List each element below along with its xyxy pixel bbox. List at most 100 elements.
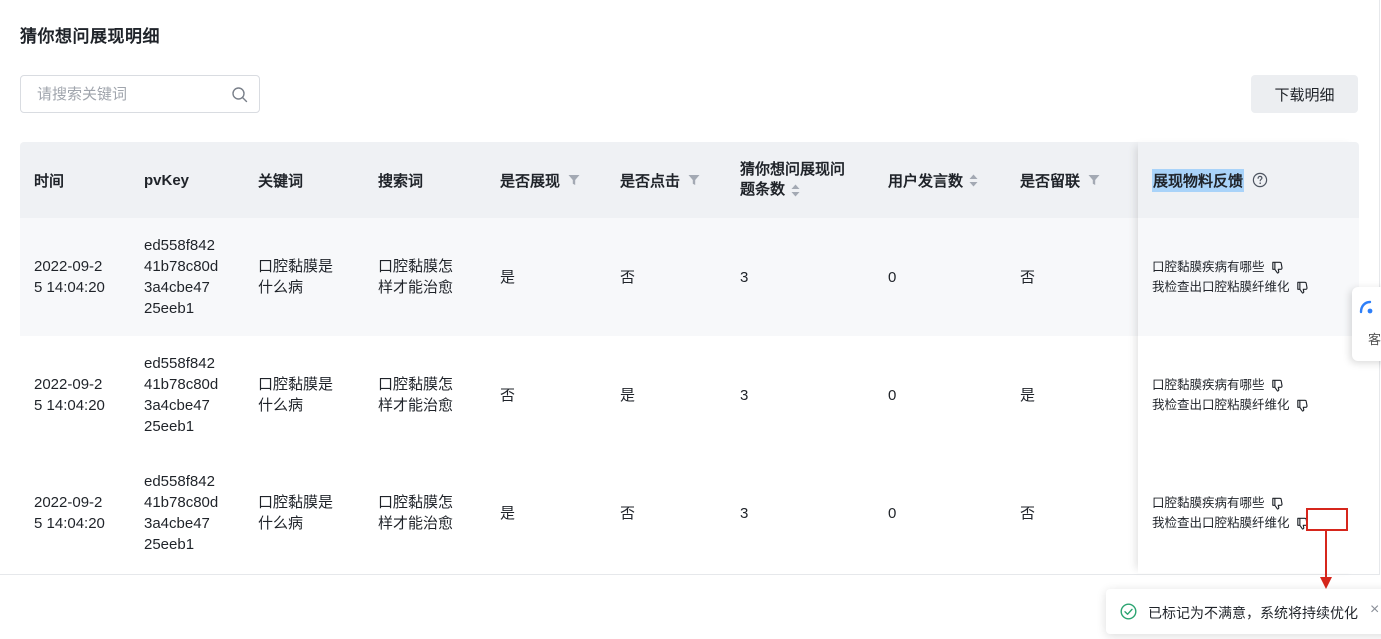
- download-details-button[interactable]: 下载明细: [1251, 75, 1358, 113]
- col-header-search-term-label: 搜索词: [378, 172, 424, 190]
- col-header-feedback: 展现物料反馈: [1152, 142, 1268, 218]
- feedback-item-text: 口腔黏膜疾病有哪些: [1152, 378, 1265, 392]
- feedback-item-text: 口腔黏膜疾病有哪些: [1152, 260, 1265, 274]
- filter-icon[interactable]: [1088, 174, 1100, 186]
- cell-question-count-text: 3: [740, 268, 749, 286]
- cell-pvkey: ed558f842 41b78c80d 3a4cbe47 25eeb1: [144, 336, 218, 454]
- sort-icon[interactable]: [791, 184, 800, 197]
- cell-shown-text: 否: [500, 386, 516, 404]
- detail-table: 时间 pvKey 关键词 搜索词 是否展现 是否点击 猜你想问展现问 题条数 用…: [20, 142, 1359, 573]
- cell-clicked: 否: [620, 454, 635, 572]
- col-header-search-term: 搜索词: [378, 142, 423, 218]
- cell-feedback: 口腔黏膜疾病有哪些 我检查出口腔粘膜纤维化: [1152, 336, 1310, 454]
- cell-shown: 是: [500, 454, 515, 572]
- cell-question-count-text: 3: [740, 386, 749, 404]
- col-header-clicked-label: 是否点击: [620, 172, 681, 190]
- col-header-user-msgs-label: 用户发言数: [888, 172, 964, 190]
- cell-search-term-text: 口腔黏膜怎 样才能治愈: [378, 376, 454, 414]
- thumbs-down-icon[interactable]: [1295, 280, 1310, 295]
- thumbs-down-icon[interactable]: [1295, 398, 1310, 413]
- cell-pvkey-text: ed558f842 41b78c80d 3a4cbe47 25eeb1: [144, 473, 219, 553]
- feedback-item: 口腔黏膜疾病有哪些: [1152, 375, 1310, 395]
- cell-question-count: 3: [740, 336, 748, 454]
- annotation-highlight-box: [1306, 508, 1348, 531]
- col-header-question-count: 猜你想问展现问 题条数: [740, 142, 845, 218]
- cell-keyword: 口腔黏膜是 什么病: [258, 454, 333, 572]
- cell-clicked-text: 是: [620, 386, 636, 404]
- table-row: 2022-09-2 5 14:04:20 ed558f842 41b78c80d…: [20, 454, 1359, 572]
- cell-question-count: 3: [740, 454, 748, 572]
- cell-feedback: 口腔黏膜疾病有哪些 我检查出口腔粘膜纤维化: [1152, 218, 1310, 336]
- cell-shown-text: 是: [500, 268, 516, 286]
- search-icon[interactable]: [231, 86, 249, 104]
- cell-user-msgs-text: 0: [888, 386, 897, 404]
- cell-clicked: 是: [620, 336, 635, 454]
- search-input[interactable]: [37, 84, 227, 104]
- cell-contact: 否: [1020, 454, 1035, 572]
- cell-clicked-text: 否: [620, 504, 636, 522]
- check-circle-icon: [1120, 603, 1137, 620]
- feedback-item: 口腔黏膜疾病有哪些: [1152, 257, 1310, 277]
- feedback-item-text: 我检查出口腔粘膜纤维化: [1152, 516, 1290, 530]
- success-toast: 已标记为不满意，系统将持续优化 ×: [1106, 589, 1381, 634]
- cell-pvkey: ed558f842 41b78c80d 3a4cbe47 25eeb1: [144, 454, 218, 572]
- cell-search-term-text: 口腔黏膜怎 样才能治愈: [378, 494, 454, 532]
- col-header-feedback-label: 展现物料反馈: [1152, 168, 1245, 192]
- cell-user-msgs: 0: [888, 218, 896, 336]
- toast-message: 已标记为不满意，系统将持续优化: [1148, 605, 1358, 621]
- col-header-user-msgs: 用户发言数: [888, 142, 978, 218]
- thumbs-down-icon[interactable]: [1270, 496, 1285, 511]
- feedback-item: 口腔黏膜疾病有哪些: [1152, 493, 1310, 513]
- cell-time-text: 2022-09-2 5 14:04:20: [34, 494, 105, 532]
- cell-shown-text: 是: [500, 504, 516, 522]
- col-header-shown: 是否展现: [500, 142, 580, 218]
- thumbs-down-icon[interactable]: [1270, 378, 1285, 393]
- help-circle-icon[interactable]: [1252, 172, 1268, 188]
- thumbs-down-icon[interactable]: [1270, 260, 1285, 275]
- col-header-time-label: 时间: [34, 172, 65, 190]
- cell-contact: 是: [1020, 336, 1035, 454]
- annotation-arrow-icon: [1320, 531, 1332, 589]
- cell-pvkey-text: ed558f842 41b78c80d 3a4cbe47 25eeb1: [144, 237, 219, 317]
- filter-icon[interactable]: [688, 174, 700, 186]
- col-header-contact: 是否留联: [1020, 142, 1100, 218]
- cell-keyword-text: 口腔黏膜是 什么病: [258, 494, 334, 532]
- cell-shown: 否: [500, 336, 515, 454]
- filter-icon[interactable]: [568, 174, 580, 186]
- col-header-keyword-label: 关键词: [258, 172, 304, 190]
- feedback-item-text: 口腔黏膜疾病有哪些: [1152, 496, 1265, 510]
- cell-user-msgs-text: 0: [888, 268, 897, 286]
- cell-keyword: 口腔黏膜是 什么病: [258, 336, 333, 454]
- cell-time: 2022-09-2 5 14:04:20: [34, 454, 105, 572]
- col-header-time: 时间: [34, 142, 64, 218]
- customer-service-widget[interactable]: 客: [1352, 287, 1381, 361]
- cell-search-term: 口腔黏膜怎 样才能治愈: [378, 336, 453, 454]
- widget-label: 客: [1368, 332, 1381, 347]
- cell-question-count-text: 3: [740, 504, 749, 522]
- page-title: 猜你想问展现明细: [20, 27, 160, 46]
- search-box[interactable]: [20, 75, 260, 113]
- close-icon[interactable]: ×: [1370, 601, 1379, 619]
- col-header-keyword: 关键词: [258, 142, 303, 218]
- cell-time-text: 2022-09-2 5 14:04:20: [34, 376, 105, 414]
- cell-clicked-text: 否: [620, 268, 636, 286]
- cell-contact: 否: [1020, 218, 1035, 336]
- col-header-pvkey: pvKey: [144, 142, 189, 218]
- cell-time: 2022-09-2 5 14:04:20: [34, 336, 105, 454]
- feedback-detail-panel: 猜你想问展现明细 下载明细 时间 pvKey 关键词 搜索词 是否展现 是否点击: [0, 0, 1380, 575]
- cell-contact-text: 是: [1020, 386, 1036, 404]
- cell-clicked: 否: [620, 218, 635, 336]
- cell-search-term: 口腔黏膜怎 样才能治愈: [378, 454, 453, 572]
- cell-search-term: 口腔黏膜怎 样才能治愈: [378, 218, 453, 336]
- cell-time: 2022-09-2 5 14:04:20: [34, 218, 105, 336]
- feedback-item: 我检查出口腔粘膜纤维化: [1152, 395, 1310, 415]
- cell-user-msgs: 0: [888, 454, 896, 572]
- sort-icon[interactable]: [969, 174, 978, 187]
- cell-user-msgs-text: 0: [888, 504, 897, 522]
- cell-shown: 是: [500, 218, 515, 336]
- cell-user-msgs: 0: [888, 336, 896, 454]
- cell-pvkey-text: ed558f842 41b78c80d 3a4cbe47 25eeb1: [144, 355, 219, 435]
- col-header-clicked: 是否点击: [620, 142, 700, 218]
- feedback-item-text: 我检查出口腔粘膜纤维化: [1152, 280, 1290, 294]
- col-header-contact-label: 是否留联: [1020, 172, 1081, 190]
